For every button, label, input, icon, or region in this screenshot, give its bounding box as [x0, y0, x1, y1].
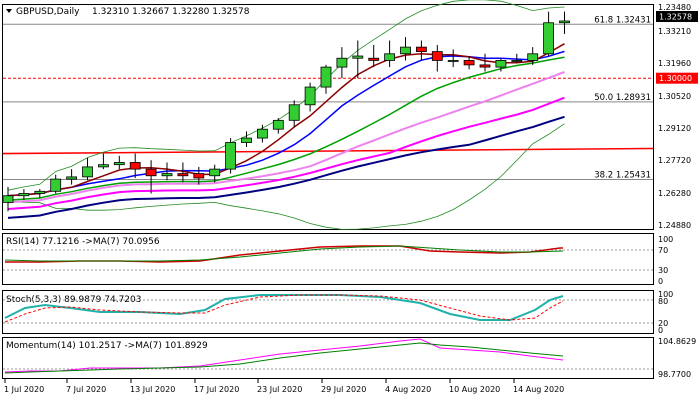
candle-bull: [559, 20, 570, 24]
stoch-title: Stoch(5,3,3) 89.9879 74.7203: [6, 295, 141, 305]
candle-bull: [304, 86, 316, 106]
fib-50-0-label: 50.0 1.28931: [594, 93, 651, 103]
date-label: 10 Aug 2020: [449, 385, 500, 394]
candle-bull: [288, 104, 300, 121]
candle-bull: [82, 166, 93, 178]
rsi-tick: 100: [658, 235, 673, 244]
fib-38-2-label: 38.2 1.25431: [594, 171, 651, 181]
price-tick: 1.29120: [658, 124, 691, 133]
candle-bear: [145, 168, 157, 177]
price-tick: 1.27720: [658, 156, 691, 165]
candle-bull: [352, 55, 364, 59]
candle-bear: [479, 64, 491, 68]
candle-bull: [241, 137, 252, 143]
candle-bear: [368, 57, 380, 61]
chart-header: GBPUSD,Daily 1.32310 1.32667 1.32280 1.3…: [6, 7, 250, 17]
momentum-tick: 98.7700: [658, 370, 691, 379]
time-axis[interactable]: 1 Jul 2020 7 Jul 2020 13 Jul 2020 17 Jul…: [4, 379, 564, 394]
stoch-tick: 80: [658, 297, 668, 306]
price-axis[interactable]: 1.33210 1.31960 1.30520 1.29120 1.27720 …: [658, 3, 691, 230]
candle-bull: [400, 46, 411, 55]
momentum-tick: 104.8629: [658, 337, 696, 346]
candle-bull: [98, 164, 109, 168]
candle-bull: [527, 53, 539, 61]
candle-bull: [256, 128, 268, 139]
date-label: 29 Jul 2020: [321, 385, 366, 394]
candle-bear: [193, 173, 205, 179]
candle-bull: [209, 168, 221, 177]
stoch-tick: 0: [658, 326, 663, 335]
price-tick: 1.31960: [658, 59, 691, 68]
level-price-label: 1.30000: [659, 74, 692, 83]
candle-bull: [320, 66, 332, 88]
date-label: 14 Aug 2020: [513, 385, 564, 394]
price-tick: 1.30520: [658, 92, 691, 101]
chart-canvas[interactable]: GBPUSD,Daily 1.32310 1.32667 1.32280 1.3…: [0, 0, 700, 400]
candle-bull: [66, 176, 77, 180]
candle-bear: [415, 46, 427, 52]
rsi-tick: 0: [658, 277, 663, 286]
price-tick: 1.33210: [658, 27, 691, 36]
candle-bull: [161, 173, 173, 177]
candle-bull: [543, 22, 554, 55]
candle-bull: [18, 193, 30, 197]
candle-bull: [384, 53, 396, 61]
candle-bear: [431, 51, 443, 61]
ohlc-values: 1.32310 1.32667 1.32280 1.32578: [92, 7, 250, 17]
candle-bull: [511, 60, 523, 62]
fib-61-8-label: 61.8 1.32431: [594, 15, 651, 25]
chart-window[interactable]: GBPUSD,Daily 1.32310 1.32667 1.32280 1.3…: [0, 0, 700, 400]
date-label: 7 Jul 2020: [66, 385, 106, 394]
candle-bull: [34, 190, 46, 194]
date-label: 23 Jul 2020: [257, 385, 302, 394]
candle-bull: [50, 178, 62, 192]
price-tick: 1.26280: [658, 189, 691, 198]
candle-bull: [2, 195, 14, 203]
candle-bull: [495, 60, 507, 68]
current-price-label: 1.32578: [659, 13, 692, 22]
candle-bull: [113, 162, 125, 166]
candle-bull: [225, 142, 237, 170]
price-tick: 1.23480: [658, 3, 691, 12]
rsi-tick: 70: [658, 246, 668, 255]
candle-bear: [129, 162, 141, 170]
candle-bull: [272, 119, 284, 130]
price-tick: 1.24880: [658, 221, 691, 230]
symbol-timeframe: GBPUSD,Daily: [16, 7, 80, 17]
rsi-tick: 30: [658, 266, 668, 275]
date-label: 13 Jul 2020: [130, 385, 175, 394]
date-label: 1 Jul 2020: [4, 385, 44, 394]
candle-bull: [447, 60, 459, 62]
date-label: 4 Aug 2020: [385, 385, 431, 394]
rsi-title: RSI(14) 77.1216 ->MA(7) 70.0956: [6, 237, 160, 247]
momentum-title: Momentum(14) 101.2517 ->MA(7) 101.8929: [6, 341, 208, 351]
candle-bull: [336, 57, 348, 68]
date-label: 17 Jul 2020: [194, 385, 239, 394]
candle-bear: [463, 60, 475, 66]
candle-bear: [177, 173, 189, 177]
